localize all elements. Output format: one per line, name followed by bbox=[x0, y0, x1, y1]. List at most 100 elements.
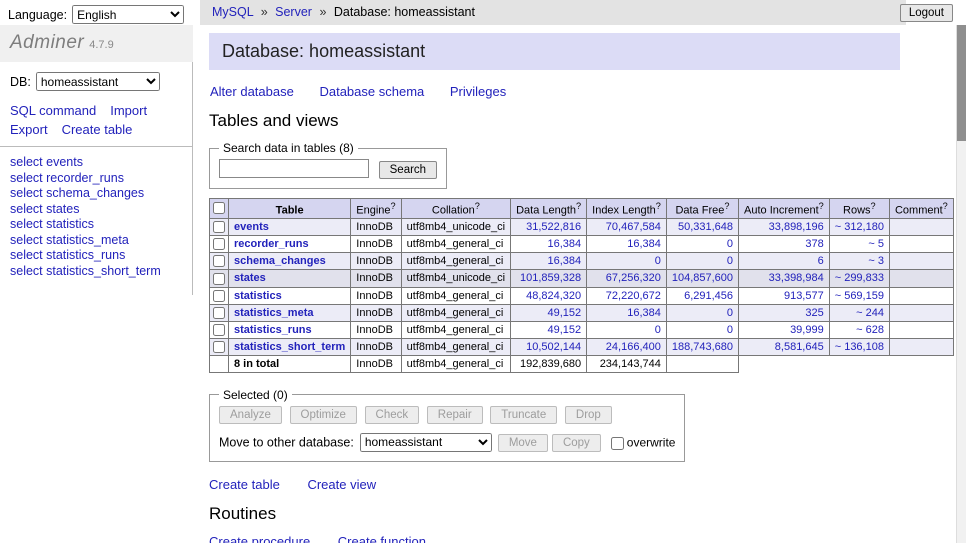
overwrite-checkbox[interactable] bbox=[611, 437, 624, 450]
row-checkbox[interactable] bbox=[213, 341, 225, 353]
table-name-link[interactable]: statistics_runs bbox=[234, 324, 312, 336]
scrollbar-thumb[interactable] bbox=[957, 25, 966, 141]
data-free-link[interactable]: 0 bbox=[727, 255, 733, 267]
sidebar-export-link[interactable]: Export bbox=[10, 122, 48, 137]
help-link[interactable]: ? bbox=[871, 201, 876, 211]
sidebar-select-link[interactable]: select schema_changes bbox=[10, 186, 182, 202]
create-function-link[interactable]: Create function bbox=[338, 534, 426, 543]
analyze-button[interactable]: Analyze bbox=[219, 406, 282, 424]
data-length-link[interactable]: 31,522,816 bbox=[526, 221, 581, 233]
sidebar-select-link[interactable]: select recorder_runs bbox=[10, 171, 182, 187]
sidebar-select-link[interactable]: select events bbox=[10, 155, 182, 171]
data-free-link[interactable]: 104,857,600 bbox=[672, 272, 733, 284]
sidebar-import-link[interactable]: Import bbox=[110, 103, 147, 118]
help-link[interactable]: ? bbox=[391, 201, 396, 211]
truncate-button[interactable]: Truncate bbox=[490, 406, 557, 424]
auto-increment-link[interactable]: 378 bbox=[805, 238, 823, 250]
data-length-link[interactable]: 16,384 bbox=[547, 238, 581, 250]
data-length-link[interactable]: 48,824,320 bbox=[526, 290, 581, 302]
row-checkbox[interactable] bbox=[213, 307, 225, 319]
help-link[interactable]: ? bbox=[724, 201, 729, 211]
privileges-link[interactable]: Privileges bbox=[450, 84, 506, 99]
row-checkbox[interactable] bbox=[213, 290, 225, 302]
sidebar-select-link[interactable]: select statistics_short_term bbox=[10, 264, 182, 280]
rows-count-link[interactable]: ~ 136,108 bbox=[835, 341, 884, 353]
overwrite-label[interactable]: overwrite bbox=[627, 435, 676, 449]
logout-button[interactable]: Logout bbox=[900, 4, 953, 22]
data-free-link[interactable]: 6,291,456 bbox=[684, 290, 733, 302]
data-length-link[interactable]: 10,502,144 bbox=[526, 341, 581, 353]
breadcrumb-server-link[interactable]: Server bbox=[275, 5, 312, 19]
move-db-select[interactable]: homeassistant bbox=[360, 433, 492, 452]
rows-count-link[interactable]: ~ 312,180 bbox=[835, 221, 884, 233]
search-button[interactable]: Search bbox=[379, 161, 437, 179]
data-free-link[interactable]: 0 bbox=[727, 238, 733, 250]
rows-count-link[interactable]: ~ 569,159 bbox=[835, 290, 884, 302]
db-select[interactable]: homeassistant bbox=[36, 72, 160, 91]
check-button[interactable]: Check bbox=[365, 406, 420, 424]
rows-count-link[interactable]: ~ 299,833 bbox=[835, 272, 884, 284]
help-link[interactable]: ? bbox=[475, 201, 480, 211]
data-length-link[interactable]: 101,859,328 bbox=[520, 272, 581, 284]
help-link[interactable]: ? bbox=[656, 201, 661, 211]
search-input[interactable] bbox=[219, 159, 369, 178]
auto-increment-link[interactable]: 8,581,645 bbox=[775, 341, 824, 353]
breadcrumb-mysql-link[interactable]: MySQL bbox=[212, 5, 253, 19]
alter-database-link[interactable]: Alter database bbox=[210, 84, 294, 99]
data-free-link[interactable]: 188,743,680 bbox=[672, 341, 733, 353]
index-length-link[interactable]: 0 bbox=[655, 255, 661, 267]
create-procedure-link[interactable]: Create procedure bbox=[209, 534, 310, 543]
rows-count-link[interactable]: ~ 3 bbox=[868, 255, 884, 267]
auto-increment-link[interactable]: 6 bbox=[818, 255, 824, 267]
row-checkbox[interactable] bbox=[213, 324, 225, 336]
help-link[interactable]: ? bbox=[576, 201, 581, 211]
database-schema-link[interactable]: Database schema bbox=[319, 84, 424, 99]
table-name-link[interactable]: recorder_runs bbox=[234, 238, 309, 250]
index-length-link[interactable]: 72,220,672 bbox=[606, 290, 661, 302]
row-checkbox[interactable] bbox=[213, 255, 225, 267]
sidebar-select-link[interactable]: select statistics_meta bbox=[10, 233, 182, 249]
rows-count-link[interactable]: ~ 628 bbox=[856, 324, 884, 336]
table-name-link[interactable]: statistics_short_term bbox=[234, 341, 345, 353]
auto-increment-link[interactable]: 33,398,984 bbox=[769, 272, 824, 284]
auto-increment-link[interactable]: 33,898,196 bbox=[769, 221, 824, 233]
index-length-link[interactable]: 16,384 bbox=[627, 307, 661, 319]
data-free-link[interactable]: 50,331,648 bbox=[678, 221, 733, 233]
sidebar-select-link[interactable]: select statistics_runs bbox=[10, 248, 182, 264]
app-name[interactable]: Adminer bbox=[10, 32, 84, 53]
table-name-link[interactable]: schema_changes bbox=[234, 255, 326, 267]
data-free-link[interactable]: 0 bbox=[727, 307, 733, 319]
auto-increment-link[interactable]: 39,999 bbox=[790, 324, 824, 336]
create-table-link[interactable]: Create table bbox=[209, 477, 280, 492]
optimize-button[interactable]: Optimize bbox=[290, 406, 357, 424]
table-name-link[interactable]: statistics_meta bbox=[234, 307, 314, 319]
sidebar-create-table-link[interactable]: Create table bbox=[62, 122, 133, 137]
data-length-link[interactable]: 16,384 bbox=[547, 255, 581, 267]
index-length-link[interactable]: 67,256,320 bbox=[606, 272, 661, 284]
repair-button[interactable]: Repair bbox=[427, 406, 483, 424]
data-length-link[interactable]: 49,152 bbox=[547, 307, 581, 319]
move-button[interactable]: Move bbox=[498, 434, 548, 452]
help-link[interactable]: ? bbox=[819, 201, 824, 211]
scrollbar[interactable] bbox=[956, 25, 966, 543]
help-link[interactable]: ? bbox=[943, 201, 948, 211]
index-length-link[interactable]: 16,384 bbox=[627, 238, 661, 250]
row-checkbox[interactable] bbox=[213, 238, 225, 250]
rows-count-link[interactable]: ~ 5 bbox=[868, 238, 884, 250]
auto-increment-link[interactable]: 325 bbox=[805, 307, 823, 319]
sidebar-sql-command-link[interactable]: SQL command bbox=[10, 103, 96, 118]
create-view-link[interactable]: Create view bbox=[307, 477, 376, 492]
index-length-link[interactable]: 70,467,584 bbox=[606, 221, 661, 233]
index-length-link[interactable]: 24,166,400 bbox=[606, 341, 661, 353]
data-length-link[interactable]: 49,152 bbox=[547, 324, 581, 336]
table-name-link[interactable]: states bbox=[234, 272, 266, 284]
drop-button[interactable]: Drop bbox=[565, 406, 612, 424]
rows-count-link[interactable]: ~ 244 bbox=[856, 307, 884, 319]
table-name-link[interactable]: events bbox=[234, 221, 269, 233]
row-checkbox[interactable] bbox=[213, 273, 225, 285]
auto-increment-link[interactable]: 913,577 bbox=[784, 290, 824, 302]
table-name-link[interactable]: statistics bbox=[234, 290, 282, 302]
language-select[interactable]: English bbox=[72, 5, 184, 24]
select-all-checkbox[interactable] bbox=[213, 202, 225, 214]
sidebar-select-link[interactable]: select statistics bbox=[10, 217, 182, 233]
